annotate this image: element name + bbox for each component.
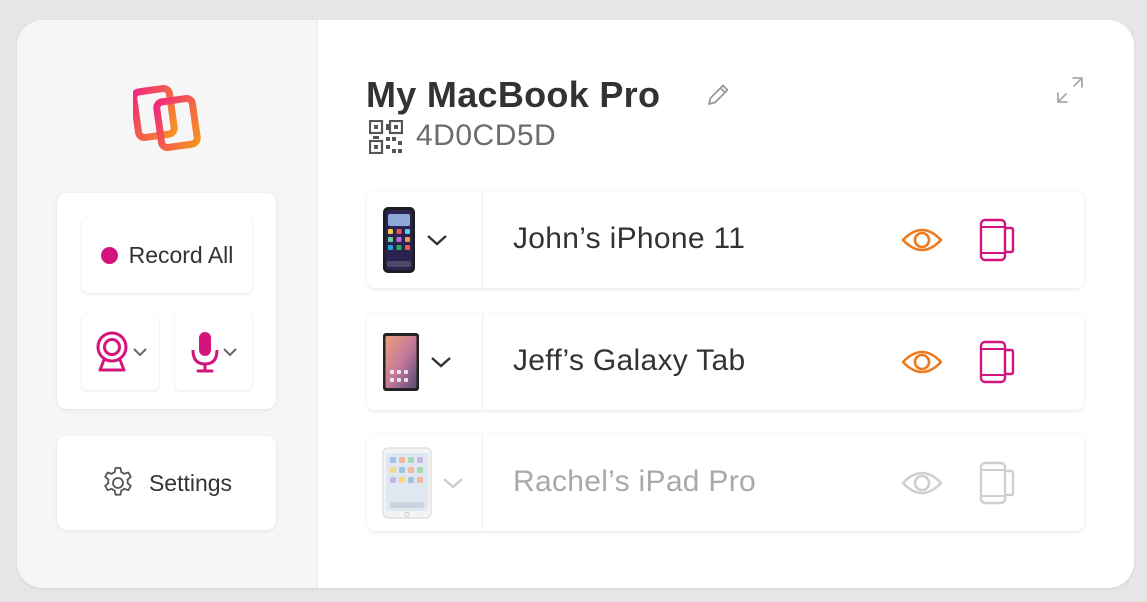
chevron-down-icon (427, 235, 447, 246)
device-select-dropdown[interactable] (367, 435, 483, 531)
webcam-icon (96, 331, 127, 371)
device-code: 4D0CD5D (416, 119, 557, 152)
eye-icon[interactable] (901, 346, 943, 378)
settings-label: Settings (148, 469, 233, 496)
device-name: Rachel’s iPad Pro (513, 465, 757, 498)
record-dot-icon (100, 246, 118, 264)
ipad-icon (382, 447, 432, 519)
device-row: Rachel’s iPad Pro (367, 435, 1084, 531)
tablet-icon (383, 333, 419, 391)
recording-controls: Record All (57, 193, 276, 409)
microphone-select-button[interactable] (175, 313, 252, 390)
main-panel: My MacBook Pro 4D0CD5D John’s iPhone 11 … (318, 20, 1134, 588)
page-title: My MacBook Pro (366, 74, 661, 115)
app-window: Record All Settings My MacBook Pro 4D0CD… (17, 20, 1134, 588)
chevron-down-icon (222, 347, 237, 356)
record-all-button[interactable]: Record All (82, 217, 252, 293)
mirror-device-icon[interactable] (977, 218, 1017, 262)
chevron-down-icon (443, 478, 463, 489)
settings-button[interactable]: Settings (57, 436, 276, 530)
iphone-icon (383, 207, 415, 273)
app-logo (133, 84, 201, 152)
mirror-device-icon[interactable] (977, 461, 1017, 505)
eye-icon[interactable] (901, 467, 943, 499)
chevron-down-icon (431, 357, 451, 368)
record-all-label: Record All (128, 241, 234, 268)
eye-icon[interactable] (901, 224, 943, 256)
expand-icon[interactable] (1055, 75, 1085, 105)
microphone-icon (191, 331, 218, 372)
device-name: John’s iPhone 11 (513, 222, 746, 255)
pencil-icon[interactable] (704, 81, 732, 109)
chevron-down-icon (132, 347, 147, 356)
device-name: Jeff’s Galaxy Tab (513, 344, 746, 377)
device-select-dropdown[interactable] (367, 314, 483, 410)
device-select-dropdown[interactable] (367, 192, 483, 288)
device-row: Jeff’s Galaxy Tab (367, 314, 1084, 410)
camera-select-button[interactable] (82, 313, 159, 390)
device-row: John’s iPhone 11 (367, 192, 1084, 288)
gear-icon (104, 467, 132, 496)
mirror-device-icon[interactable] (977, 340, 1017, 384)
sidebar: Record All Settings (17, 20, 318, 588)
qr-code-icon (369, 120, 403, 154)
